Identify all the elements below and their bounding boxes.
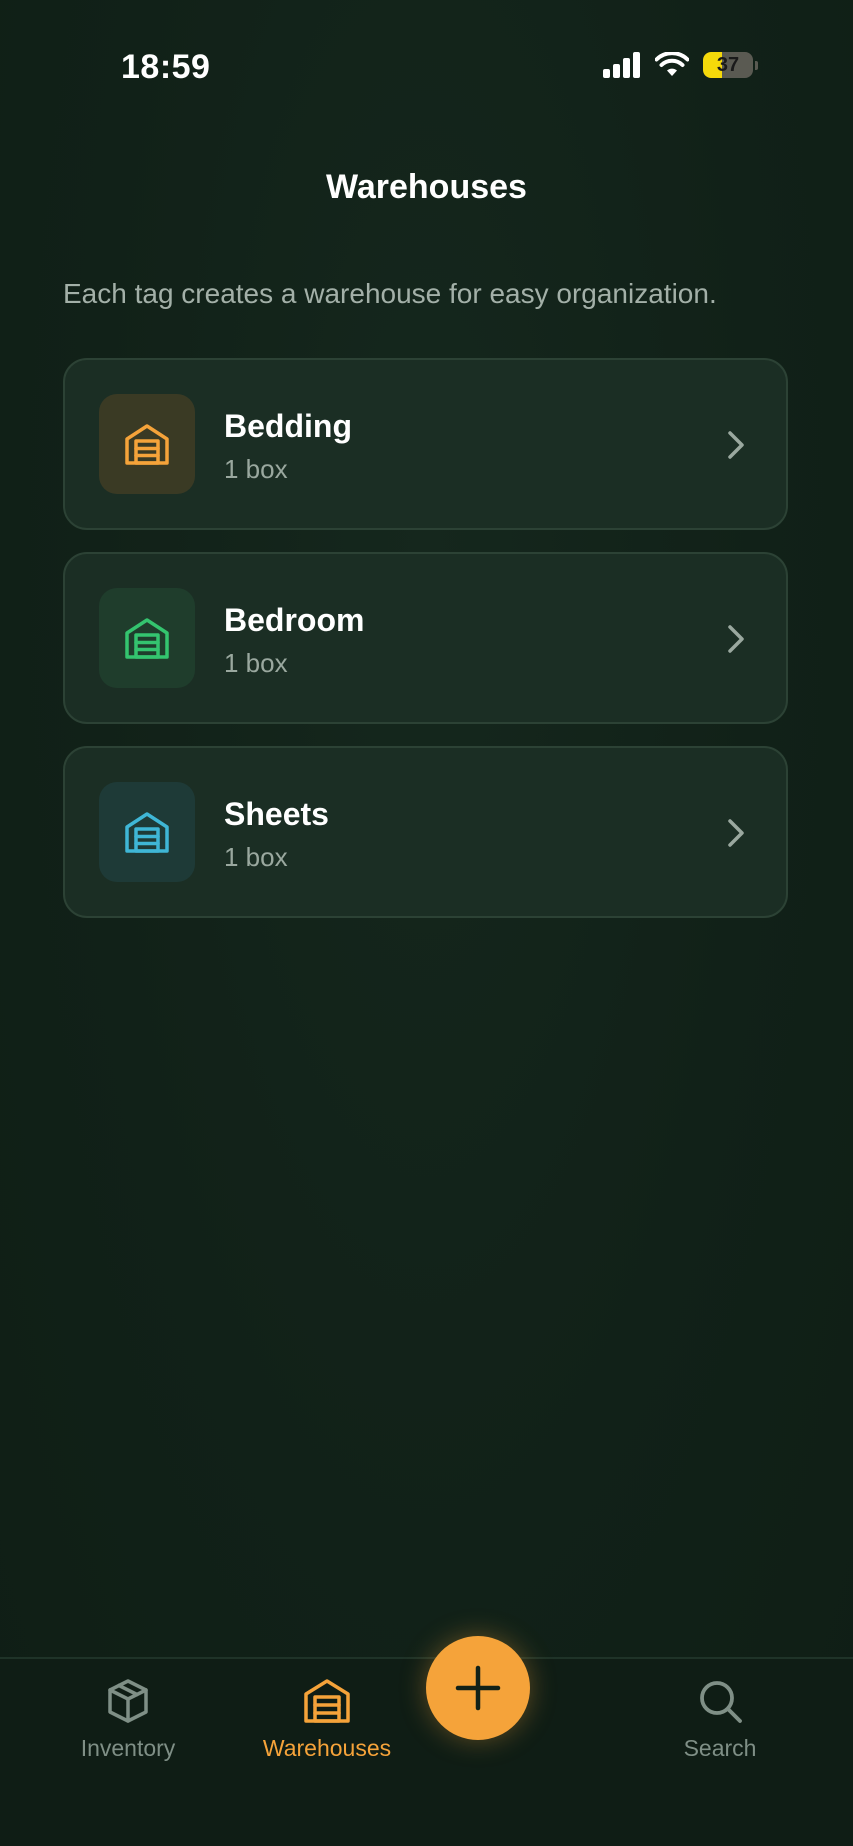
battery-indicator: 37 bbox=[703, 52, 758, 78]
battery-body: 37 bbox=[703, 52, 753, 78]
warehouse-icon-tile bbox=[99, 588, 195, 688]
search-icon bbox=[700, 1681, 742, 1723]
warehouse-box-count: 1 box bbox=[224, 648, 288, 678]
tab-search[interactable]: Search bbox=[670, 1677, 770, 1762]
battery-level: 37 bbox=[716, 54, 740, 76]
battery-cap bbox=[755, 60, 758, 70]
warehouse-name: Sheets bbox=[224, 796, 329, 832]
chevron-right-icon bbox=[728, 431, 744, 459]
status-bar: 18:59 37 bbox=[0, 0, 853, 140]
chevron-right-icon bbox=[728, 625, 744, 653]
warehouse-card-bedroom[interactable]: Bedroom 1 box bbox=[63, 552, 788, 724]
warehouse-list: Bedding 1 box Bedroom 1 box Sheets 1 box bbox=[63, 358, 788, 940]
tab-label: Inventory bbox=[80, 1735, 176, 1761]
page-title: Warehouses bbox=[326, 168, 527, 206]
add-button[interactable] bbox=[426, 1636, 530, 1740]
warehouse-name: Bedroom bbox=[224, 602, 365, 638]
app-screen: 18:59 37 Warehouses Each tag creates a w… bbox=[0, 0, 853, 1846]
cube-icon bbox=[108, 1679, 148, 1723]
tab-inventory[interactable]: Inventory bbox=[68, 1677, 188, 1762]
status-icons: 37 bbox=[603, 52, 758, 78]
warehouse-icon bbox=[304, 1679, 350, 1723]
status-time: 18:59 bbox=[121, 48, 211, 86]
warehouse-box-count: 1 box bbox=[224, 454, 288, 484]
warehouse-name: Bedding bbox=[224, 408, 352, 444]
page-subtitle: Each tag creates a warehouse for easy or… bbox=[63, 278, 717, 309]
warehouse-icon bbox=[125, 812, 169, 853]
warehouse-icon bbox=[125, 618, 169, 659]
warehouse-icon bbox=[125, 424, 169, 465]
tab-label: Search bbox=[683, 1735, 757, 1761]
warehouse-card-sheets[interactable]: Sheets 1 box bbox=[63, 746, 788, 918]
plus-icon bbox=[455, 1665, 501, 1711]
tab-label: Warehouses bbox=[262, 1735, 392, 1761]
warehouse-box-count: 1 box bbox=[224, 842, 288, 872]
warehouse-card-bedding[interactable]: Bedding 1 box bbox=[63, 358, 788, 530]
warehouse-icon-tile bbox=[99, 782, 195, 882]
wifi-icon bbox=[655, 52, 689, 76]
tab-warehouses[interactable]: Warehouses bbox=[256, 1677, 398, 1762]
chevron-right-icon bbox=[728, 819, 744, 847]
cellular-signal-icon bbox=[603, 52, 640, 78]
warehouse-icon-tile bbox=[99, 394, 195, 494]
